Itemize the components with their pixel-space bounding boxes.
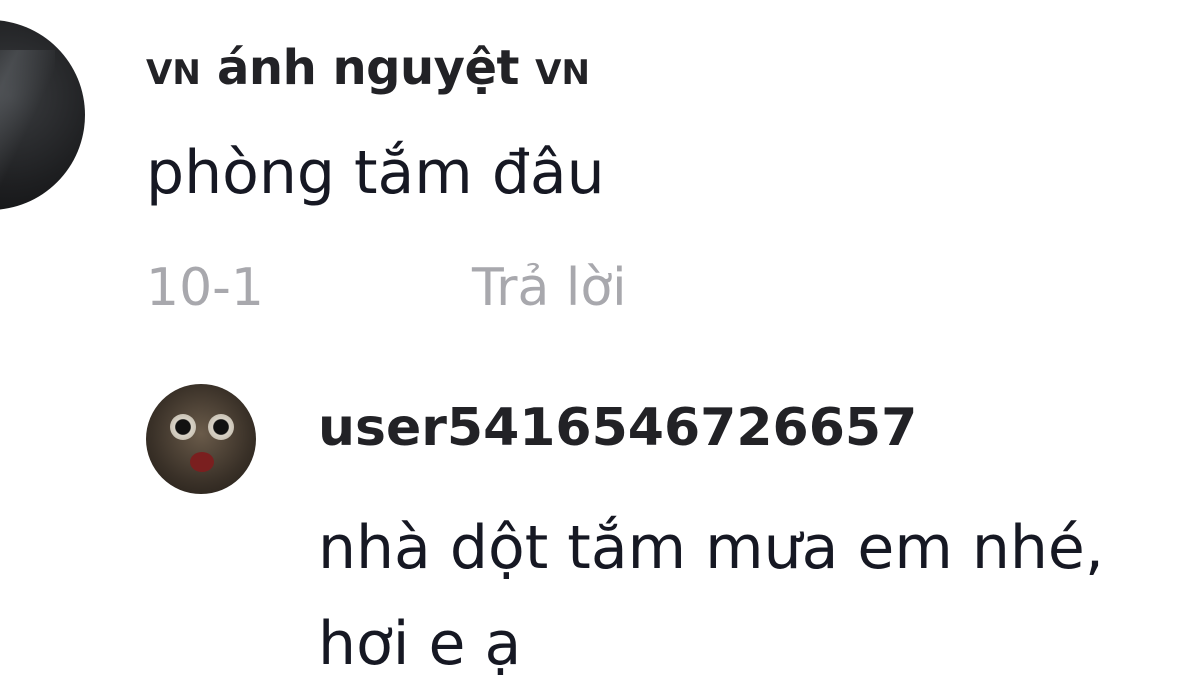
- vn-flag-icon: VN: [535, 53, 590, 93]
- replier-avatar[interactable]: [146, 384, 256, 494]
- vn-flag-icon: VN: [146, 53, 201, 93]
- reply-text-line: nhà dột tắm mưa em nhé,: [318, 513, 1104, 583]
- avatar-eye: [208, 414, 234, 440]
- commenter-avatar[interactable]: [0, 20, 85, 210]
- reply-text: nhà dột tắm mưa em nhé, hơi e ạ: [318, 500, 1200, 675]
- commenter-username[interactable]: VN ánh nguyệt VN: [146, 40, 590, 96]
- reply-button[interactable]: Trả lời: [472, 258, 627, 318]
- commenter-name: ánh nguyệt: [217, 40, 519, 96]
- replier-username[interactable]: user5416546726657: [318, 398, 917, 458]
- comment-thread: VN ánh nguyệt VN phòng tắm đâu 10-1 Trả …: [0, 0, 1200, 675]
- reply-text-line: hơi e ạ: [318, 609, 522, 675]
- avatar-eye: [170, 414, 196, 440]
- comment-text: phòng tắm đâu: [146, 138, 605, 208]
- comment-date: 10-1: [146, 258, 265, 318]
- comment-meta: 10-1 Trả lời: [146, 258, 627, 318]
- avatar-mouth: [190, 452, 214, 472]
- avatar-shading: [0, 50, 55, 190]
